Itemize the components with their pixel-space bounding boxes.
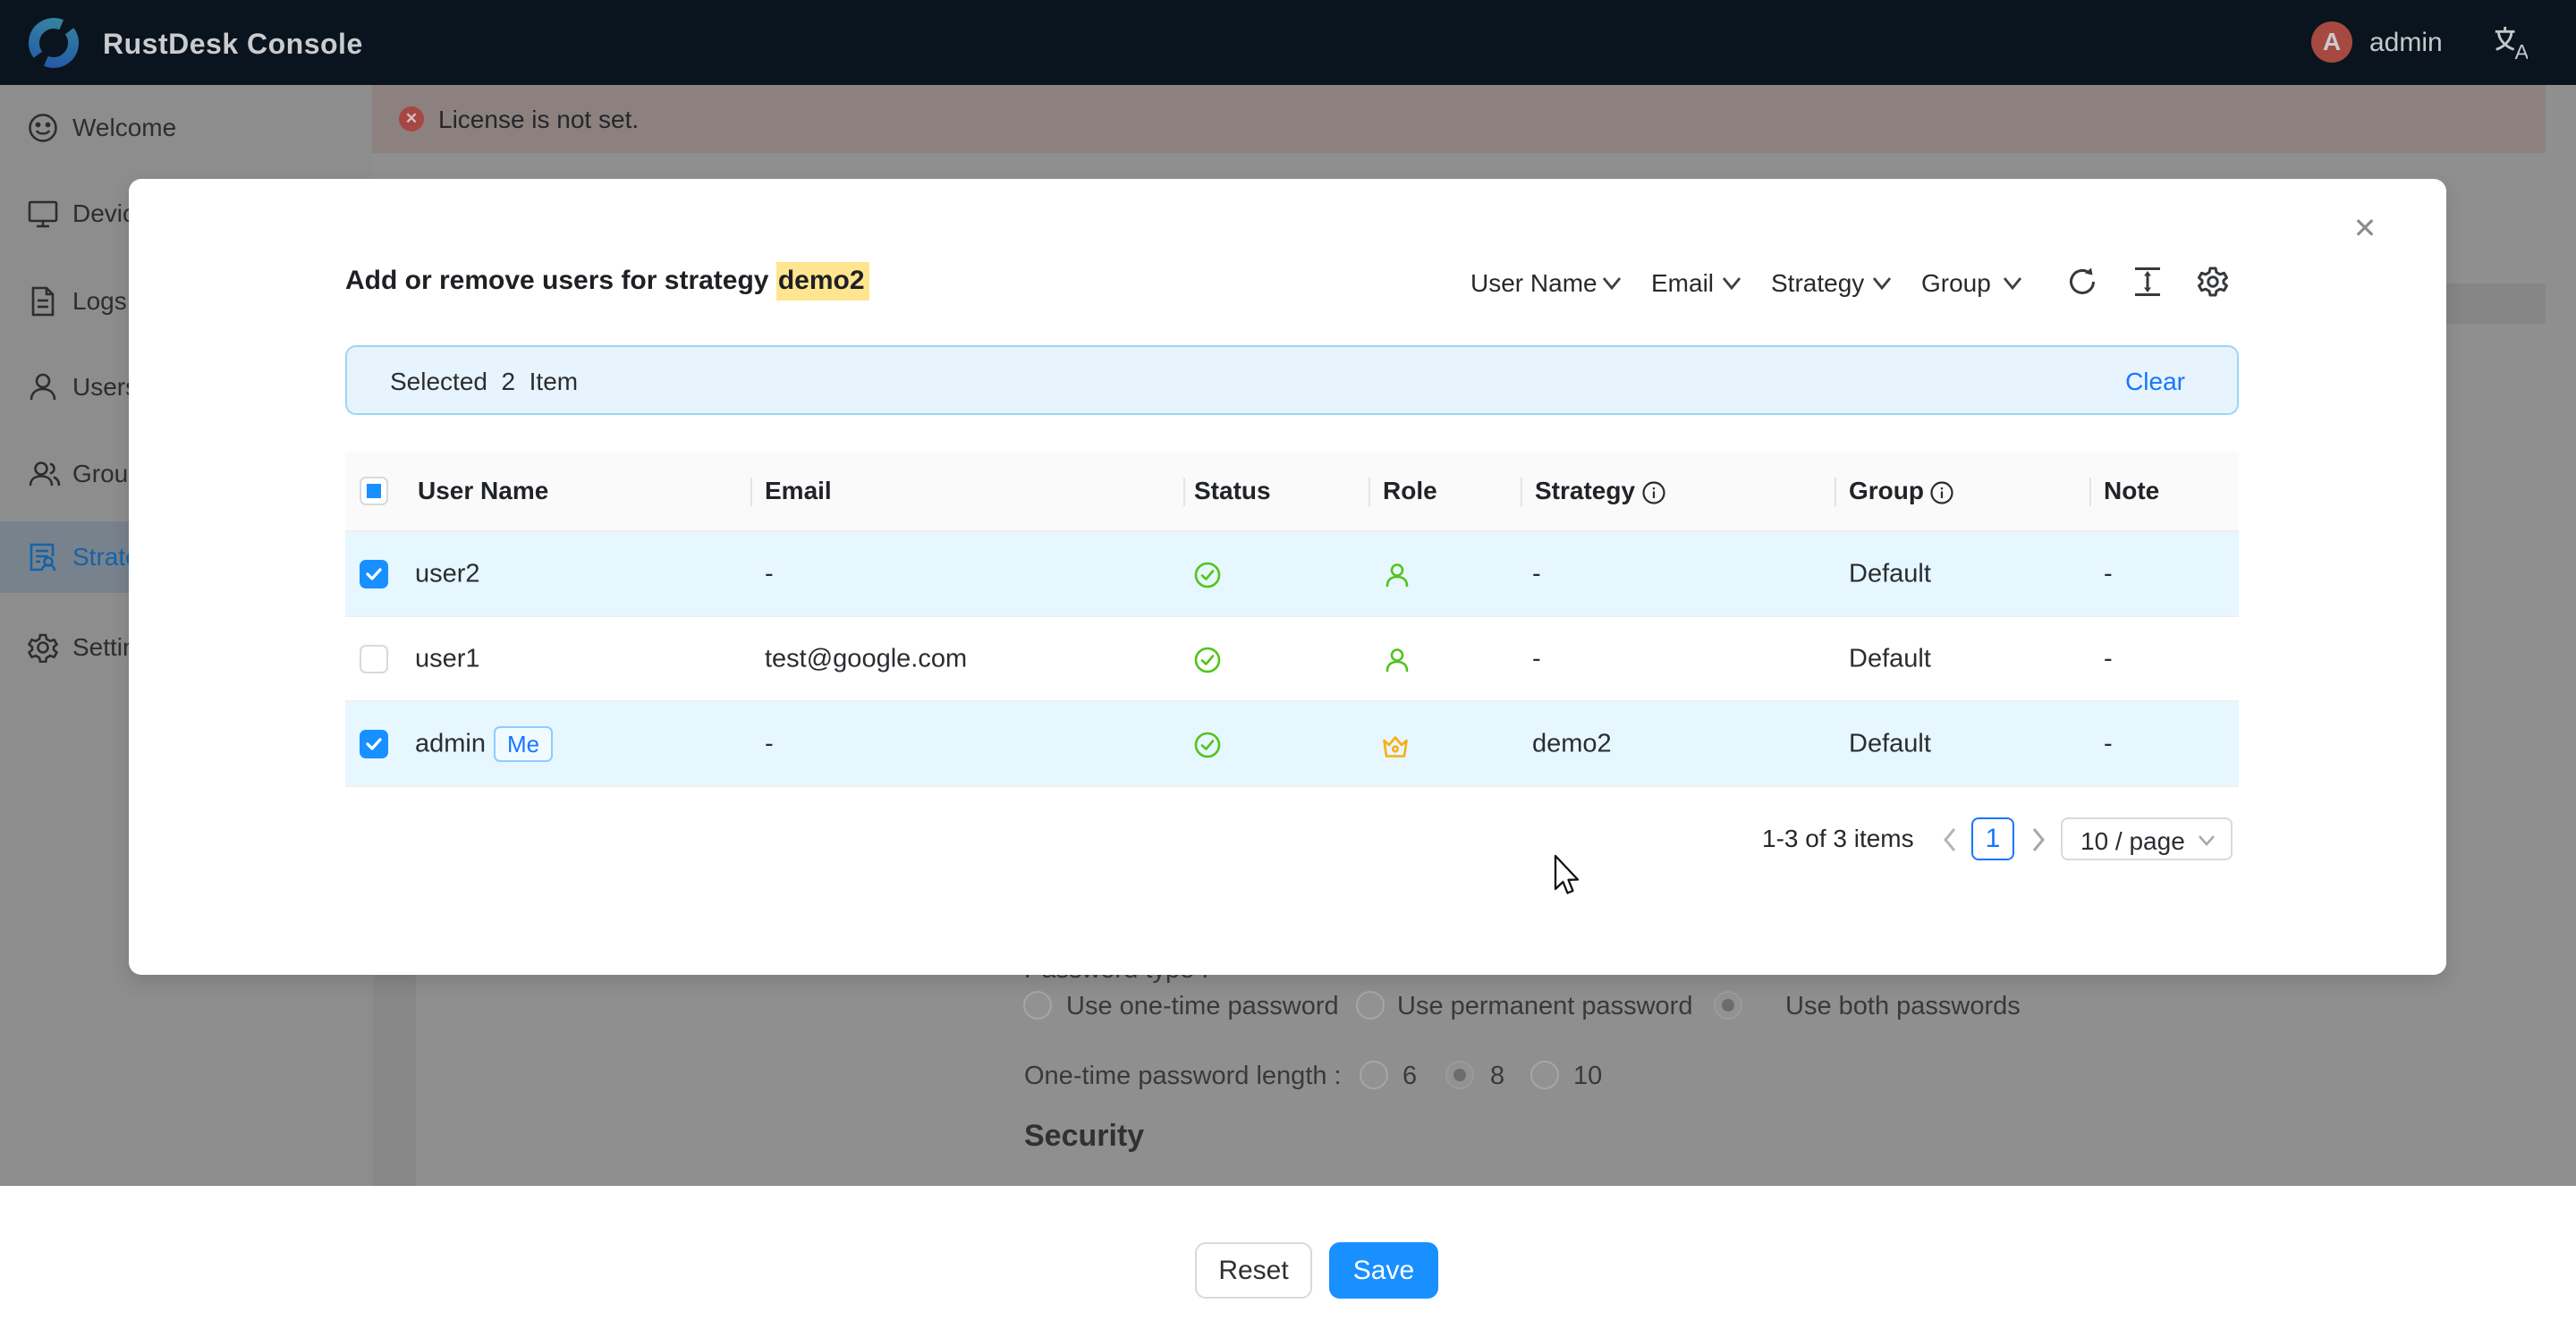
svg-text:A: A [2515,40,2528,61]
